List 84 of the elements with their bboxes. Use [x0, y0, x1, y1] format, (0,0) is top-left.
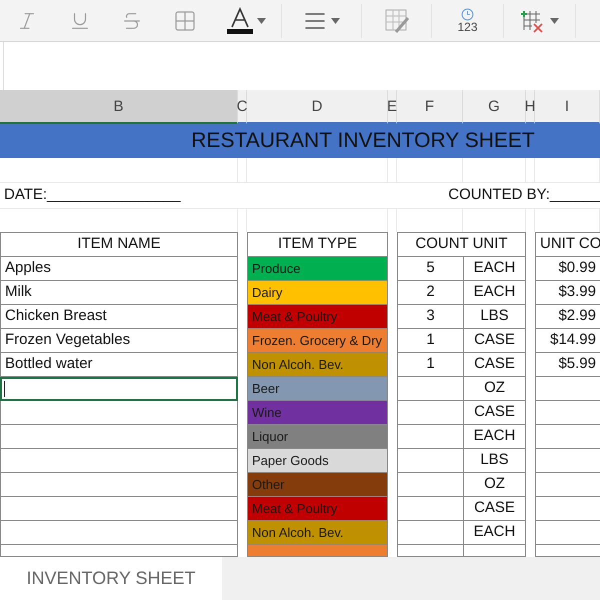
- table-cell: [397, 425, 463, 449]
- table-header: ITEM TYPE: [247, 232, 388, 257]
- column-header[interactable]: G: [463, 90, 526, 124]
- column-header[interactable]: D: [247, 90, 388, 124]
- table-header: ITEM NAME: [0, 232, 238, 257]
- table-cell[interactable]: Apples: [0, 257, 238, 281]
- table-cell: [535, 401, 600, 425]
- table-cell: [397, 401, 463, 425]
- item-type-cell: Dairy: [248, 281, 387, 304]
- date-label: DATE:________________: [3, 185, 181, 206]
- item-type-cell: Non Alcoh. Bev.: [248, 353, 387, 376]
- table-cell[interactable]: [0, 497, 238, 521]
- text-cursor: [4, 380, 5, 396]
- grid-icon: [173, 8, 197, 32]
- table-cell: CASE: [463, 401, 526, 425]
- column-header[interactable]: E: [388, 90, 397, 124]
- clock-icon: [461, 8, 474, 21]
- item-type-cell: Other: [248, 473, 387, 496]
- table-cell[interactable]: [0, 521, 238, 545]
- table-cell: 3: [397, 305, 463, 329]
- caret-icon: [257, 18, 266, 24]
- item-type-cell: Beer: [248, 377, 387, 400]
- table-cell: 5: [397, 257, 463, 281]
- item-type-cell: Meat & Poultry: [248, 305, 387, 328]
- sheet-title: RESTAURANT INVENTORY SHEET: [191, 128, 535, 154]
- table-cell: $5.99: [535, 353, 600, 377]
- table-cell[interactable]: [0, 401, 238, 425]
- caret-icon: [550, 18, 559, 24]
- table-cell: EACH: [463, 257, 526, 281]
- table-cell: EACH: [463, 425, 526, 449]
- table-cell: [535, 521, 600, 545]
- table-cell: [535, 377, 600, 401]
- font-color-icon: [227, 6, 253, 34]
- table-cell[interactable]: Milk: [0, 281, 238, 305]
- column-header[interactable]: H: [526, 90, 535, 124]
- table-cell: $2.99: [535, 305, 600, 329]
- table-cell: EACH: [463, 521, 526, 545]
- table-cell: 1: [397, 329, 463, 353]
- item-type-cell: Wine: [248, 401, 387, 424]
- table-cell: $14.99: [535, 329, 600, 353]
- table-header: COUNT UNIT: [397, 232, 526, 257]
- item-type-cell: Produce: [248, 257, 387, 280]
- item-type-cell: Meat & Poultry: [248, 497, 387, 520]
- table-cell: [535, 425, 600, 449]
- table-cell: LBS: [463, 449, 526, 473]
- table-cell: [397, 377, 463, 401]
- table-cell: CASE: [463, 353, 526, 377]
- table-cell: [397, 473, 463, 497]
- table-cell: [535, 473, 600, 497]
- column-header[interactable]: F: [397, 90, 463, 124]
- table-cell: OZ: [463, 473, 526, 497]
- table-cell[interactable]: [0, 377, 238, 401]
- table-cell[interactable]: Chicken Breast: [0, 305, 238, 329]
- table-cell: CASE: [463, 497, 526, 521]
- table-cell: [397, 521, 463, 545]
- table-cell: $3.99: [535, 281, 600, 305]
- table-cell[interactable]: Bottled water: [0, 353, 238, 377]
- item-type-cell: Frozen. Grocery & Dry: [248, 329, 387, 352]
- table-cell: EACH: [463, 281, 526, 305]
- table-cell: [535, 449, 600, 473]
- table-cell[interactable]: [0, 425, 238, 449]
- table-cell[interactable]: [0, 473, 238, 497]
- table-brush-icon: [384, 8, 410, 34]
- table-cell: $0.99: [535, 257, 600, 281]
- sheet-tab[interactable]: INVENTORY SHEET: [0, 557, 222, 600]
- table-cell: [397, 449, 463, 473]
- table-cell[interactable]: Frozen Vegetables: [0, 329, 238, 353]
- item-type-cell: Non Alcoh. Bev.: [248, 521, 387, 544]
- number-format-button[interactable]: 123: [457, 8, 478, 33]
- column-header[interactable]: C: [238, 90, 247, 124]
- table-cell: CASE: [463, 329, 526, 353]
- table-cell: 1: [397, 353, 463, 377]
- caret-icon: [331, 18, 340, 24]
- column-header[interactable]: I: [535, 90, 600, 124]
- table-cell: 2: [397, 281, 463, 305]
- table-cell: LBS: [463, 305, 526, 329]
- column-header[interactable]: B: [0, 90, 238, 124]
- table-cell: [397, 497, 463, 521]
- item-type-cell: Liquor: [248, 425, 387, 448]
- item-type-cell: Paper Goods: [248, 449, 387, 472]
- counted-by-label: COUNTED BY:______: [448, 185, 600, 206]
- table-cell: OZ: [463, 377, 526, 401]
- table-cell[interactable]: [0, 449, 238, 473]
- table-cell: [535, 497, 600, 521]
